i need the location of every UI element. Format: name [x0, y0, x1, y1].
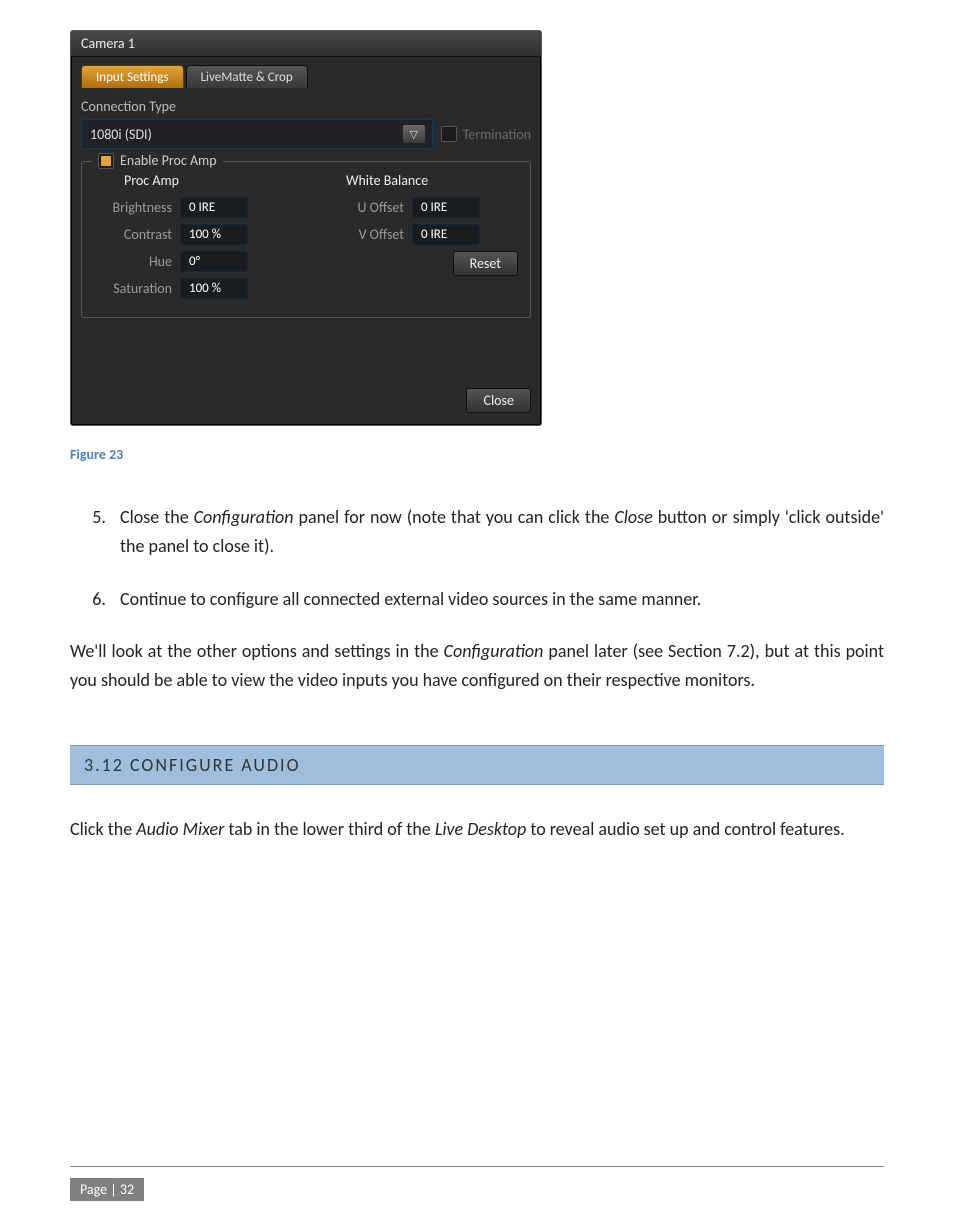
- text: panel for now (note that you can click t…: [294, 506, 615, 528]
- proc-amp-heading: Proc Amp: [94, 172, 286, 189]
- hue-row: Hue 0°: [94, 251, 286, 272]
- termination-label: Termination: [463, 126, 531, 143]
- text-italic: Audio Mixer: [136, 818, 224, 840]
- white-balance-column: White Balance U Offset 0 IRE V Offset 0 …: [326, 172, 518, 305]
- enable-proc-amp-label: Enable Proc Amp: [120, 152, 217, 169]
- text: We'll look at the other options and sett…: [70, 640, 444, 662]
- close-button[interactable]: Close: [466, 388, 531, 413]
- termination-option: Termination: [441, 126, 531, 143]
- reset-button[interactable]: Reset: [453, 251, 518, 276]
- v-offset-input[interactable]: 0 IRE: [412, 224, 480, 245]
- u-offset-row: U Offset 0 IRE: [326, 197, 518, 218]
- u-offset-label: U Offset: [326, 199, 404, 216]
- list-item: Continue to configure all connected exte…: [110, 585, 884, 614]
- white-balance-heading: White Balance: [326, 172, 518, 189]
- u-offset-input[interactable]: 0 IRE: [412, 197, 480, 218]
- reset-row: Reset: [326, 251, 518, 276]
- page-number: Page | 32: [70, 1178, 144, 1201]
- text-italic: Live Desktop: [435, 818, 526, 840]
- connection-type-select[interactable]: 1080i (SDI) ▽: [81, 119, 433, 149]
- hue-label: Hue: [94, 253, 172, 270]
- text: Close the: [120, 506, 194, 528]
- brightness-label: Brightness: [94, 199, 172, 216]
- figure-caption: Figure 23: [70, 446, 884, 463]
- hue-input[interactable]: 0°: [180, 251, 248, 272]
- text: Click the: [70, 818, 136, 840]
- proc-amp-column: Proc Amp Brightness 0 IRE Contrast 100 %…: [94, 172, 286, 305]
- contrast-row: Contrast 100 %: [94, 224, 286, 245]
- text: to reveal audio set up and control featu…: [526, 818, 844, 840]
- saturation-label: Saturation: [94, 280, 172, 297]
- camera-config-panel: Camera 1 Input Settings LiveMatte & Crop…: [70, 30, 542, 426]
- panel-title: Camera 1: [71, 31, 541, 57]
- chevron-down-icon: ▽: [409, 128, 417, 141]
- text: tab in the lower third of the: [224, 818, 435, 840]
- body-paragraph: We'll look at the other options and sett…: [70, 637, 884, 695]
- dropdown-toggle[interactable]: ▽: [402, 124, 426, 144]
- saturation-input[interactable]: 100 %: [180, 278, 248, 299]
- contrast-input[interactable]: 100 %: [180, 224, 248, 245]
- tab-livematte-crop[interactable]: LiveMatte & Crop: [186, 65, 308, 88]
- contrast-label: Contrast: [94, 226, 172, 243]
- proc-amp-group: Enable Proc Amp Proc Amp Brightness 0 IR…: [81, 161, 531, 318]
- footer-divider: [70, 1166, 884, 1167]
- text-italic: Configuration: [444, 640, 544, 662]
- brightness-input[interactable]: 0 IRE: [180, 197, 248, 218]
- proc-amp-columns: Proc Amp Brightness 0 IRE Contrast 100 %…: [94, 172, 518, 305]
- section-heading: 3.12 CONFIGURE AUDIO: [70, 745, 884, 785]
- brightness-row: Brightness 0 IRE: [94, 197, 286, 218]
- connection-row: 1080i (SDI) ▽ Termination: [81, 119, 531, 149]
- v-offset-label: V Offset: [326, 226, 404, 243]
- text-italic: Configuration: [194, 506, 294, 528]
- text-italic: Close: [614, 506, 652, 528]
- saturation-row: Saturation 100 %: [94, 278, 286, 299]
- connection-type-label: Connection Type: [81, 98, 531, 115]
- connection-type-value: 1080i (SDI): [90, 126, 152, 143]
- panel-footer: Close: [81, 388, 531, 413]
- section-paragraph: Click the Audio Mixer tab in the lower t…: [70, 815, 884, 844]
- tab-input-settings[interactable]: Input Settings: [81, 65, 184, 88]
- enable-proc-amp-checkbox[interactable]: [98, 153, 114, 169]
- v-offset-row: V Offset 0 IRE: [326, 224, 518, 245]
- document-page: Camera 1 Input Settings LiveMatte & Crop…: [0, 0, 954, 1227]
- panel-body: Input Settings LiveMatte & Crop Connecti…: [71, 57, 541, 425]
- proc-amp-group-title: Enable Proc Amp: [92, 152, 223, 169]
- termination-checkbox[interactable]: [441, 126, 457, 142]
- list-item: Close the Configuration panel for now (n…: [110, 503, 884, 561]
- tab-bar: Input Settings LiveMatte & Crop: [81, 65, 531, 88]
- instruction-list: Close the Configuration panel for now (n…: [110, 503, 884, 613]
